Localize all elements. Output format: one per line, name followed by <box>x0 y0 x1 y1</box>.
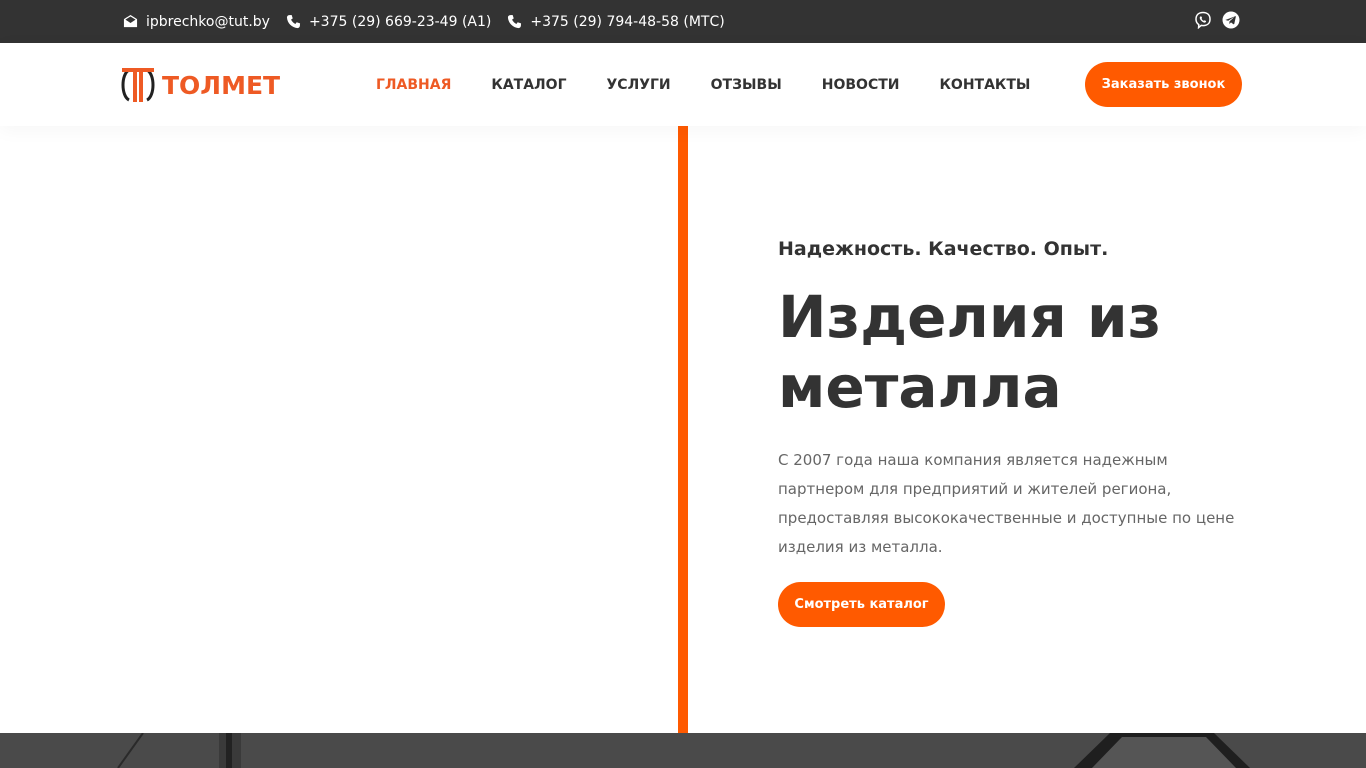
email-text: ipbrechko@tut.by <box>146 13 270 30</box>
telegram-icon <box>1222 11 1240 29</box>
nav-item-reviews[interactable]: ОТЗЫВЫ <box>711 77 782 93</box>
top-contacts: ipbrechko@tut.by +375 (29) 669-23-49 (A1… <box>123 0 725 43</box>
social-links <box>1194 11 1240 29</box>
next-section-preview <box>0 733 1366 768</box>
nav-item-contacts[interactable]: КОНТАКТЫ <box>939 77 1030 93</box>
phone-link-mts[interactable]: +375 (29) 794-48-58 (МТС) <box>507 13 725 30</box>
callback-button[interactable]: Заказать звонок <box>1085 62 1242 107</box>
hero-description: С 2007 года наша компания является надеж… <box>778 451 1235 556</box>
viber-link[interactable] <box>1194 11 1212 29</box>
nav-item-services[interactable]: УСЛУГИ <box>607 77 671 93</box>
logo-mark-icon <box>121 68 155 102</box>
envelope-icon <box>123 14 138 28</box>
logo[interactable]: ТОЛМЕТ <box>118 65 280 105</box>
email-link[interactable]: ipbrechko@tut.by <box>123 14 270 30</box>
logo-text: ТОЛМЕТ <box>162 70 281 100</box>
view-catalog-button[interactable]: Смотреть каталог <box>778 582 945 627</box>
nav-item-home[interactable]: ГЛАВНАЯ <box>376 77 451 93</box>
hero-divider <box>678 126 688 733</box>
nav-item-catalog[interactable]: КАТАЛОГ <box>491 77 566 93</box>
telegram-link[interactable] <box>1222 11 1240 29</box>
hero-title: Изделия из металла <box>778 283 1162 421</box>
phone-link-a1[interactable]: +375 (29) 669-23-49 (A1) <box>286 14 491 30</box>
phone-text-mts: +375 (29) 794-48-58 (МТС) <box>530 13 725 30</box>
top-bar: ipbrechko@tut.by +375 (29) 669-23-49 (A1… <box>0 0 1366 43</box>
nav-item-news[interactable]: НОВОСТИ <box>822 77 900 93</box>
hero-tagline: Надежность. Качество. Опыт. <box>778 238 1109 260</box>
viber-icon <box>1195 11 1211 29</box>
hero-content: Надежность. Качество. Опыт. Изделия из м… <box>778 236 1258 627</box>
phone-icon <box>286 14 301 29</box>
main-nav: ГЛАВНАЯ КАТАЛОГ УСЛУГИ ОТЗЫВЫ НОВОСТИ КО… <box>376 43 1030 126</box>
hero-section: Надежность. Качество. Опыт. Изделия из м… <box>0 126 1366 733</box>
background-image <box>117 733 1250 768</box>
phone-icon <box>508 14 522 29</box>
phone-text-a1: +375 (29) 669-23-49 (A1) <box>308 13 492 30</box>
site-header: ТОЛМЕТ ГЛАВНАЯ КАТАЛОГ УСЛУГИ ОТЗЫВЫ НОВ… <box>0 43 1366 126</box>
